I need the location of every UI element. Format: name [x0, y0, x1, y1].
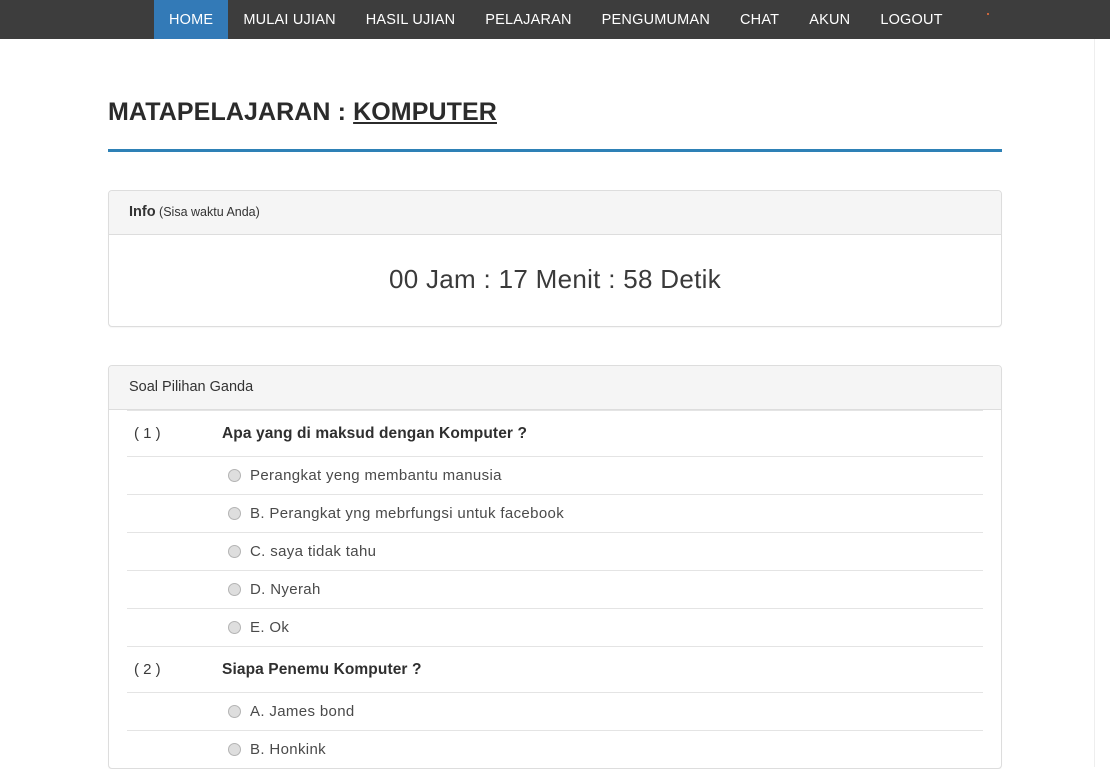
page-title: MATAPELAJARAN : KOMPUTER — [108, 39, 1002, 127]
option-row[interactable]: C. saya tidak tahu — [127, 532, 983, 570]
radio-button-icon[interactable] — [228, 583, 241, 596]
option-row[interactable]: B. Honkink — [127, 730, 983, 768]
question-text: Apa yang di maksud dengan Komputer ? — [222, 425, 528, 442]
option-label[interactable]: D. Nyerah — [250, 581, 321, 598]
question-row: ( 1 ) Apa yang di maksud dengan Komputer … — [127, 410, 983, 456]
questions-panel: Soal Pilihan Ganda ( 1 ) Apa yang di maks… — [108, 365, 1002, 769]
question-row: ( 2 ) Siapa Penemu Komputer ? — [127, 646, 983, 692]
info-heading-label: Info — [129, 204, 156, 220]
nav-item-pengumuman[interactable]: PENGUMUMAN — [587, 0, 725, 39]
nav-item-akun[interactable]: AKUN — [794, 0, 865, 39]
question-number: ( 1 ) — [134, 425, 161, 442]
navbar-menu: HOME MULAI UJIAN HASIL UJIAN PELAJARAN PENGU… — [154, 0, 958, 39]
nav-item-pelajaran[interactable]: PELAJARAN — [470, 0, 586, 39]
info-panel: Info (Sisa waktu Anda) 00 Jam : 17 Menit… — [108, 190, 1002, 327]
radio-button-icon[interactable] — [228, 469, 241, 482]
option-label[interactable]: Perangkat yeng membantu manusia — [250, 467, 502, 484]
questions-panel-heading: Soal Pilihan Ganda — [109, 366, 1001, 410]
questions-heading-label: Soal Pilihan Ganda — [129, 379, 254, 395]
main-navbar: HOME MULAI UJIAN HASIL UJIAN PELAJARAN PENGU… — [0, 0, 1110, 39]
navbar-left-spacer — [0, 0, 154, 39]
nav-item-chat[interactable]: CHAT — [725, 0, 794, 39]
title-divider — [108, 149, 1002, 152]
info-heading-note: (Sisa waktu Anda) — [155, 205, 260, 219]
radio-button-icon[interactable] — [228, 545, 241, 558]
nav-item-mulai-ujian[interactable]: MULAI UJIAN — [228, 0, 350, 39]
option-row[interactable]: Perangkat yeng membantu manusia — [127, 456, 983, 494]
scrollbar-track-edge[interactable] — [1094, 39, 1095, 767]
radio-button-icon[interactable] — [228, 705, 241, 718]
nav-item-logout[interactable]: LOGOUT — [865, 0, 957, 39]
question-text: Siapa Penemu Komputer ? — [222, 661, 422, 678]
option-row[interactable]: A. James bond — [127, 692, 983, 730]
page-title-subject: KOMPUTER — [353, 98, 497, 126]
radio-button-icon[interactable] — [228, 621, 241, 634]
nav-item-hasil-ujian[interactable]: HASIL UJIAN — [351, 0, 471, 39]
option-label[interactable]: A. James bond — [250, 703, 355, 720]
info-panel-heading: Info (Sisa waktu Anda) — [109, 191, 1001, 235]
navbar-artifact-dot — [987, 13, 989, 15]
option-row[interactable]: B. Perangkat yng mebrfungsi untuk facebo… — [127, 494, 983, 532]
radio-button-icon[interactable] — [228, 507, 241, 520]
info-panel-body: 00 Jam : 17 Menit : 58 Detik — [109, 235, 1001, 326]
option-row[interactable]: E. Ok — [127, 608, 983, 646]
page-title-prefix: MATAPELAJARAN : — [108, 98, 354, 126]
page-container: MATAPELAJARAN : KOMPUTER Info (Sisa wakt… — [108, 39, 1002, 769]
countdown-timer: 00 Jam : 17 Menit : 58 Detik — [388, 264, 722, 294]
radio-button-icon[interactable] — [228, 743, 241, 756]
nav-item-home[interactable]: HOME — [154, 0, 229, 39]
option-label[interactable]: B. Perangkat yng mebrfungsi untuk facebo… — [250, 505, 564, 522]
option-label[interactable]: C. saya tidak tahu — [250, 543, 376, 560]
question-number: ( 2 ) — [134, 661, 161, 678]
option-label[interactable]: E. Ok — [250, 619, 289, 636]
option-label[interactable]: B. Honkink — [250, 741, 326, 758]
questions-panel-body: ( 1 ) Apa yang di maksud dengan Komputer … — [109, 410, 1001, 768]
option-row[interactable]: D. Nyerah — [127, 570, 983, 608]
